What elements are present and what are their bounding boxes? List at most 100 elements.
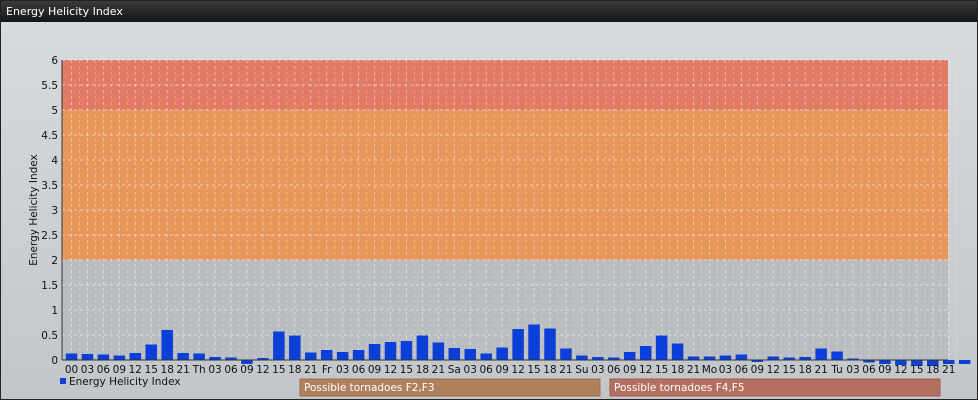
bar [161,330,173,360]
bar [815,348,827,360]
bar [432,342,445,360]
bar [177,353,189,360]
x-tick-label: Mo [702,364,717,376]
x-tick-label: Su [575,364,588,376]
bar [687,356,700,360]
bar [305,352,317,360]
bar [97,354,110,360]
bar [528,324,540,360]
x-tick-label: 03 [208,364,221,376]
zone-label-f4f5: Possible tornadoes F4,F5 [614,382,745,394]
x-tick-label: 18 [416,364,429,376]
bar [576,355,588,360]
x-tick-label: 21 [559,364,572,376]
bar [703,356,716,360]
bar [735,354,748,360]
bar [193,353,205,360]
x-tick-label: 12 [256,364,269,376]
x-tick-label: 21 [814,364,827,376]
bar [512,329,524,360]
x-tick-label: 06 [862,364,876,376]
bar [655,335,668,360]
y-tick-label: 3 [51,205,58,217]
x-tick-label: 03 [846,364,859,376]
x-tick-label: 12 [384,364,397,376]
zone-labels: Possible tornadoes F2,F3 Possible tornad… [299,378,941,397]
x-tick-label: 12 [129,364,142,376]
bar [129,353,142,360]
x-tick-label: 06 [352,364,366,376]
y-axis-title: Energy Helicity Index [28,154,40,266]
bar [719,355,732,360]
bar [416,335,429,360]
x-tick-label: Sa [448,364,461,376]
y-tick-label: 6 [51,55,58,67]
y-tick-label: 0.5 [41,330,58,342]
bar [831,351,843,360]
helicity-chart: 00.511.522.533.544.555.5600 03 06 09 12 15 18 2… [28,55,971,397]
x-tick-label: 18 [926,364,939,376]
x-tick-label: 09 [240,364,253,376]
bar [368,344,381,360]
x-tick-label: 21 [304,364,317,376]
bar [336,352,349,360]
x-tick-label: 03 [591,364,604,376]
bar [958,360,971,364]
bar [145,344,157,360]
x-tick-label: 15 [655,364,668,376]
x-tick-label: 15 [145,364,158,376]
x-tick-label: 18 [799,364,812,376]
bar [480,353,492,360]
bar [448,348,461,360]
x-tick-label: 15 [400,364,413,376]
x-tick-label: Fr [322,364,332,376]
y-tick-label: 3.5 [41,180,58,192]
x-tick-label: 06 [97,364,111,376]
y-tick-label: 2 [51,255,58,267]
x-tick-label: 03 [719,364,732,376]
x-tick-label: 21 [432,364,445,376]
x-tick-label: 18 [161,364,174,376]
x-tick-label: 09 [113,364,126,376]
x-tick-label: 12 [894,364,907,376]
x-tick-label: 06 [224,364,238,376]
x-tick-label: 09 [751,364,764,376]
bar [544,328,556,360]
bar [273,331,285,360]
x-tick-label: 12 [639,364,652,376]
bar [113,355,126,360]
bar [496,347,508,360]
x-tick-label: 00 [65,364,78,376]
bar [400,341,413,360]
y-tick-label: 5 [51,105,58,117]
y-tick-label: 4 [51,155,58,167]
bar [560,348,572,360]
bar [352,350,365,360]
y-tick-label: 5.5 [41,80,58,92]
x-tick-label: 06 [607,364,621,376]
x-tick-label: 15 [910,364,923,376]
y-tick-label: 2.5 [41,230,58,242]
bar [464,349,476,360]
x-tick-label: 15 [783,364,796,376]
x-tick-label: 15 [272,364,285,376]
bar [65,353,78,360]
legend[interactable]: Energy Helicity Index [60,376,181,388]
x-tick-label: 03 [336,364,349,376]
x-tick-label: 21 [942,364,955,376]
x-tick-label: 21 [176,364,189,376]
bar [81,354,94,360]
x-tick-label: Th [192,364,206,376]
legend-label: Energy Helicity Index [69,376,181,388]
x-tick-label: 06 [480,364,494,376]
y-tick-label: 0 [51,355,58,367]
bar [320,350,333,360]
x-tick-label: 18 [671,364,684,376]
x-tick-label: 12 [767,364,780,376]
legend-swatch [60,378,66,384]
x-tick-label: 03 [81,364,94,376]
x-tick-label: 21 [687,364,700,376]
y-tick-label: 4.5 [41,130,58,142]
x-tick-label: 18 [543,364,556,376]
zone-label-f2f3: Possible tornadoes F2,F3 [304,382,435,394]
